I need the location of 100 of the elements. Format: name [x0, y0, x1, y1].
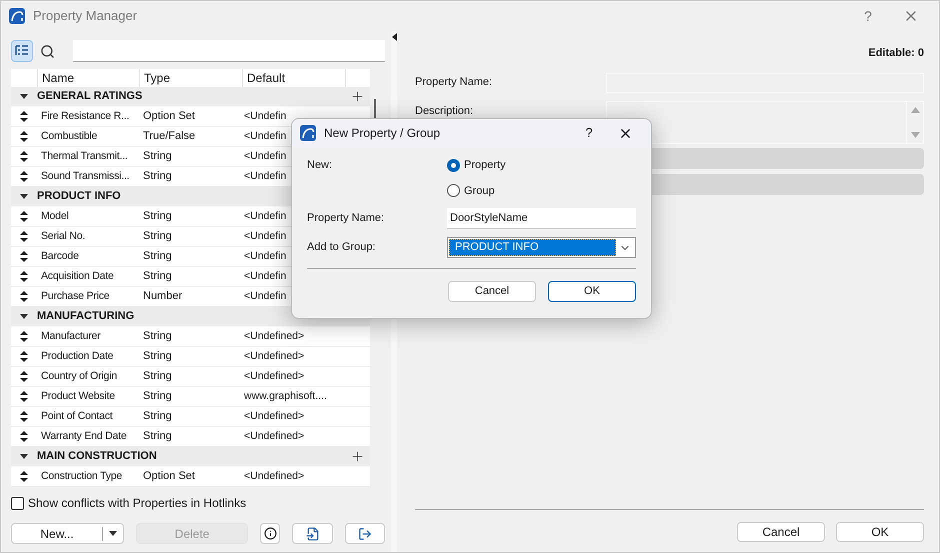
property-name-cell-text: Construction Type	[40, 468, 124, 484]
reorder-icon[interactable]	[20, 271, 28, 282]
type-cell-text: String	[142, 389, 173, 404]
help-button[interactable]: ?	[853, 6, 883, 26]
collapse-panel-icon[interactable]	[392, 33, 396, 41]
field-label: Description:	[415, 104, 474, 118]
import-file-icon[interactable]	[306, 526, 320, 540]
reorder-icon[interactable]	[20, 351, 28, 362]
group-header[interactable]: MAIN CONSTRUCTION	[11, 447, 370, 467]
default-cell-text: <Undefin	[243, 288, 286, 304]
property-name-cell-text: Serial No.	[40, 228, 86, 244]
group-name: PRODUCT INFO	[37, 189, 122, 204]
property-name-cell-text: Fire Resistance R...	[40, 108, 130, 124]
radio-option[interactable]: Property	[447, 157, 506, 174]
new-split-button[interactable]: New...	[11, 523, 124, 544]
app-logo-icon	[300, 125, 316, 141]
type-cell-text: String	[142, 349, 173, 364]
type-cell-text: Number	[142, 289, 184, 304]
collapse-arrow-icon[interactable]	[20, 454, 28, 460]
checkbox-label: Show conflicts with Properties in Hotlinks	[28, 495, 246, 512]
default-cell-text: <Undefin	[243, 168, 286, 184]
default-cell-text: <Undefined>	[243, 368, 304, 384]
property-name-cell-text: Warranty End Date	[40, 428, 128, 444]
reorder-icon[interactable]	[20, 231, 28, 242]
type-cell-text: String	[142, 149, 173, 164]
property-name-cell-text: Combustible	[40, 128, 98, 144]
field-label: New:	[307, 158, 334, 173]
type-cell-text: String	[142, 209, 173, 224]
property-name-cell-text: Purchase Price	[40, 288, 110, 304]
type-cell-text: String	[142, 229, 173, 244]
default-cell-text: <Undefin	[243, 268, 286, 284]
reorder-icon[interactable]	[20, 151, 28, 162]
default-cell-text: <Undefin	[243, 108, 286, 124]
radio-icon[interactable]	[447, 184, 460, 198]
default-cell-text: <Undefined>	[243, 348, 304, 364]
reorder-icon[interactable]	[20, 211, 28, 222]
search-field[interactable]	[73, 40, 385, 62]
cancel-button[interactable]: Cancel	[737, 522, 825, 542]
default-cell-text: <Undefined>	[243, 428, 304, 444]
group-dropdown[interactable]: PRODUCT INFO	[447, 237, 636, 258]
cancel-button[interactable]: Cancel	[448, 281, 536, 302]
field-label: Property Name:	[307, 211, 386, 226]
default-cell-text: <Undefin	[243, 228, 286, 244]
reorder-icon[interactable]	[20, 291, 28, 302]
reorder-icon[interactable]	[20, 131, 28, 142]
default-cell-text: <Undefin	[243, 148, 286, 164]
group-name: GENERAL RATINGS	[37, 89, 144, 104]
info-button[interactable]	[260, 523, 280, 544]
default-cell-text: <Undefined>	[243, 328, 304, 344]
group-name: MANUFACTURING	[37, 309, 136, 324]
property-name-cell-text: Country of Origin	[40, 368, 118, 384]
reorder-icon[interactable]	[20, 391, 28, 402]
type-cell-text: String	[142, 329, 173, 344]
property-name-input[interactable]: DoorStyleName	[447, 208, 636, 229]
reorder-icon[interactable]	[20, 431, 28, 442]
new-button[interactable]: New...	[12, 524, 102, 542]
export-button[interactable]	[344, 523, 385, 544]
reorder-icon[interactable]	[20, 331, 28, 342]
ok-button[interactable]: OK	[548, 281, 636, 302]
type-cell-text: String	[142, 369, 173, 384]
property-name-cell-text: Thermal Transmit...	[40, 148, 129, 164]
default-cell-text: <Undefin	[243, 248, 286, 264]
tree-list-icon[interactable]	[15, 45, 29, 57]
import-button[interactable]	[292, 523, 333, 544]
reorder-icon[interactable]	[20, 111, 28, 122]
property-name-cell-text: Model	[40, 208, 70, 224]
collapse-arrow-icon[interactable]	[20, 94, 28, 100]
default-cell-text: <Undefin	[243, 208, 286, 224]
tree-view-button[interactable]	[11, 40, 33, 62]
type-cell-text: Option Set	[142, 469, 196, 484]
reorder-icon[interactable]	[20, 411, 28, 422]
collapse-arrow-icon[interactable]	[20, 194, 28, 200]
default-cell-text: <Undefined>	[243, 408, 304, 424]
type-cell-text: String	[142, 429, 173, 444]
reorder-icon[interactable]	[20, 371, 28, 382]
default-cell-text: www.graphisoft....	[243, 388, 327, 404]
collapse-arrow-icon[interactable]	[20, 314, 28, 320]
editable-count: Editable: 0	[868, 46, 924, 61]
default-cell-text: <Undefin	[243, 128, 286, 144]
ok-button[interactable]: OK	[836, 522, 924, 542]
checkbox[interactable]	[11, 496, 24, 510]
export-icon[interactable]	[358, 526, 372, 540]
reorder-icon[interactable]	[20, 171, 28, 182]
help-button[interactable]: ?	[579, 123, 599, 143]
scrollbar[interactable]	[374, 99, 376, 119]
type-cell-text: String	[142, 269, 173, 284]
dialog-title: New Property / Group	[324, 125, 440, 142]
type-cell-text: String	[142, 249, 173, 264]
radio-checked-icon[interactable]	[447, 158, 460, 172]
group-name: MAIN CONSTRUCTION	[37, 449, 158, 464]
radio-option[interactable]: Group	[447, 182, 506, 199]
reorder-icon[interactable]	[20, 471, 28, 482]
property-name-cell-text: Product Website	[40, 388, 116, 404]
app-logo-icon	[9, 8, 25, 24]
info-icon[interactable]	[264, 527, 277, 540]
type-cell-text: True/False	[142, 129, 196, 144]
type-cell-text: String	[142, 409, 173, 424]
property-name-cell-text: Sound Transmissi...	[40, 168, 130, 184]
group-header[interactable]: GENERAL RATINGS	[11, 87, 370, 107]
reorder-icon[interactable]	[20, 251, 28, 262]
